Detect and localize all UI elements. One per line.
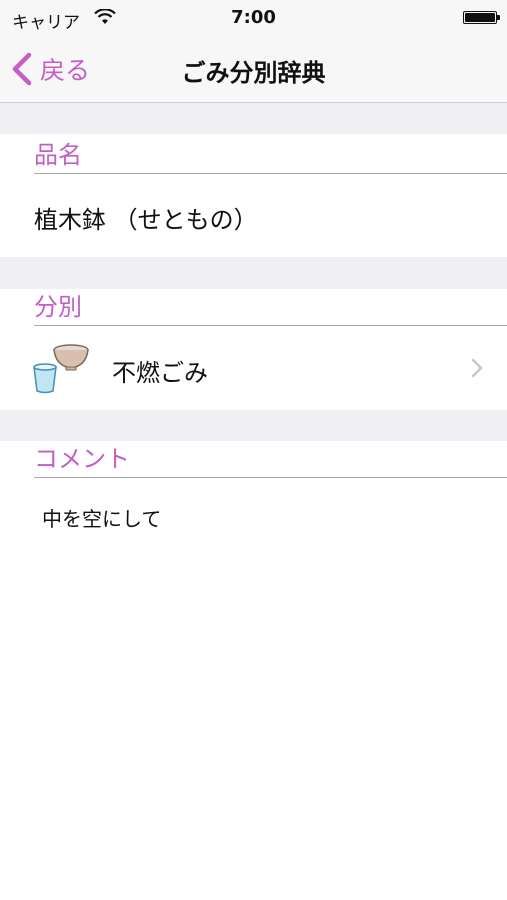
section-spacer — [0, 410, 507, 441]
item-name-header: 品名 — [34, 134, 507, 174]
battery-icon — [463, 11, 497, 24]
battery-tip — [497, 15, 500, 20]
category-row[interactable]: 不燃ごみ — [0, 326, 507, 410]
status-time: 7:00 — [231, 7, 276, 28]
category-value: 不燃ごみ — [112, 359, 208, 387]
section-spacer — [0, 257, 507, 289]
item-name-value: 植木鉢 （せともの） — [34, 206, 258, 234]
page-title: ごみ分別辞典 — [181, 59, 326, 87]
status-bar: キャリア 7:00 — [0, 0, 507, 35]
section-spacer — [0, 103, 507, 134]
comment-value: 中を空にして — [42, 507, 162, 531]
comment-header-label: コメント — [34, 445, 130, 473]
category-header-label: 分別 — [34, 293, 82, 321]
comment-header: コメント — [34, 438, 507, 478]
navigation-bar: 戻る ごみ分別辞典 — [0, 35, 507, 103]
bowl-and-cup-icon — [30, 340, 92, 400]
category-header: 分別 — [34, 286, 507, 326]
item-name-header-label: 品名 — [34, 141, 82, 169]
chevron-right-icon — [471, 358, 483, 382]
